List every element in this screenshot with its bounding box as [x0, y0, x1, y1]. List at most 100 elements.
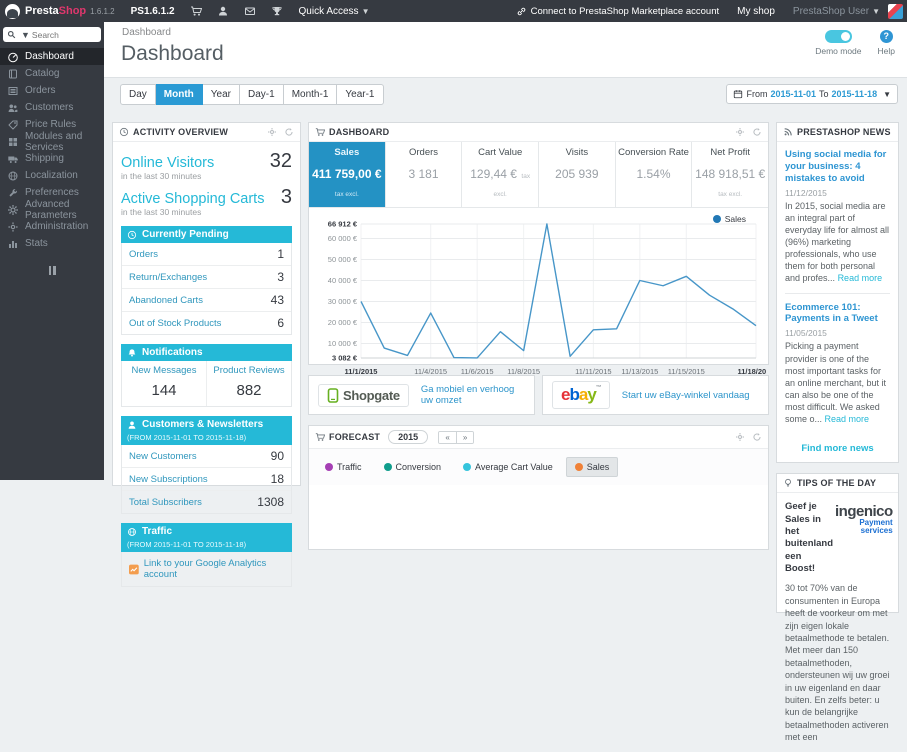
sidebar-item-advanced-parameters[interactable]: Advanced Parameters [0, 199, 104, 221]
pending-out-of-stock-row[interactable]: Out of Stock Products 6 [122, 312, 291, 334]
panel-settings-icon[interactable] [735, 432, 745, 442]
news-excerpt: In 2015, social media are an integral pa… [785, 200, 890, 284]
help-icon[interactable]: ? [879, 30, 893, 43]
sidebar-item-stats[interactable]: Stats [0, 235, 104, 252]
kpi-orders[interactable]: Orders 3 181 [386, 142, 463, 207]
range-day-button[interactable]: Day [120, 84, 156, 105]
forecast-metric-conversion[interactable]: Conversion [375, 457, 451, 477]
kpi-conversion-rate[interactable]: Conversion Rate 1.54% [616, 142, 693, 207]
chart-legend-sales[interactable]: Sales [712, 214, 746, 224]
active-carts-link[interactable]: Active Shopping Carts [121, 191, 264, 207]
svg-text:11/15/2015: 11/15/2015 [668, 367, 705, 376]
new-messages-cell[interactable]: New Messages 144 [122, 361, 206, 406]
online-visitors-sub: in the last 30 minutes [121, 171, 202, 181]
range-month-button[interactable]: Month [155, 84, 203, 105]
sidebar-item-administration[interactable]: Administration [0, 218, 104, 235]
kpi-cart-value[interactable]: Cart Value 129,44 € tax excl. [462, 142, 540, 207]
sidebar: ▼ Dashboard Catalog Orders Customers Pri… [0, 22, 104, 480]
brand-name: PrestaShop [25, 5, 87, 17]
google-analytics-link[interactable]: Link to your Google Analytics account [121, 552, 292, 587]
svg-text:11/1/2015: 11/1/2015 [345, 367, 378, 376]
news-title-link[interactable]: Ecommerce 101: Payments in a Tweet [785, 302, 890, 326]
find-more-news-link[interactable]: Find more news [777, 437, 898, 462]
quick-access-menu[interactable]: Quick Access ▼ [299, 6, 370, 17]
panel-refresh-icon[interactable] [752, 432, 762, 442]
svg-text:60 000 €: 60 000 € [328, 234, 358, 243]
total-subscribers-row[interactable]: Total Subscribers 1308 [122, 491, 291, 513]
range-year-button[interactable]: Year [202, 84, 241, 105]
forecast-next-button[interactable]: » [456, 431, 474, 443]
customer-notifications-icon[interactable] [217, 5, 229, 17]
svg-text:11/4/2015: 11/4/2015 [414, 367, 447, 376]
pending-returns-row[interactable]: Return/Exchanges 3 [122, 266, 291, 289]
panel-settings-icon[interactable] [267, 127, 277, 137]
currently-pending-header: Currently Pending [121, 226, 292, 243]
chevron-down-icon: ▼ [872, 6, 880, 16]
search-input[interactable] [31, 29, 90, 40]
range-month-1-button[interactable]: Month-1 [283, 84, 338, 105]
new-customers-row[interactable]: New Customers 90 [122, 445, 291, 468]
panel-title: FORECAST [329, 432, 381, 442]
tips-of-the-day-panel: TIPS OF THE DAY Geef je Sales in het bui… [776, 473, 899, 742]
sidebar-item-dashboard[interactable]: Dashboard [0, 48, 104, 65]
svg-text:66 912 €: 66 912 € [328, 220, 358, 229]
sidebar-item-customers[interactable]: Customers [0, 99, 104, 116]
traffic-header: Traffic (FROM 2015-11-01 TO 2015-11-18) [121, 523, 292, 552]
pending-orders-row[interactable]: Orders 1 [122, 243, 291, 266]
ebay-promo-link[interactable]: Start uw eBay-winkel vandaag [622, 390, 750, 401]
range-day-1-button[interactable]: Day-1 [240, 84, 284, 105]
marketplace-connect-link[interactable]: Connect to PrestaShop Marketplace accoun… [516, 6, 719, 17]
sidebar-search[interactable]: ▼ [3, 27, 101, 42]
message-notifications-icon[interactable] [244, 5, 256, 17]
news-item: Using social media for your business: 4 … [785, 149, 890, 294]
kpi-visits[interactable]: Visits 205 939 [539, 142, 616, 207]
panel-refresh-icon[interactable] [284, 127, 294, 137]
svg-text:11/8/2015: 11/8/2015 [507, 367, 540, 376]
online-visitors-row: Online Visitors 32 [121, 150, 292, 173]
svg-text:40 000 €: 40 000 € [328, 276, 358, 285]
online-visitors-link[interactable]: Online Visitors [121, 155, 214, 171]
sidebar-item-shipping[interactable]: Shipping [0, 150, 104, 167]
sidebar-item-catalog[interactable]: Catalog [0, 65, 104, 82]
panel-refresh-icon[interactable] [752, 127, 762, 137]
read-more-link[interactable]: Read more [825, 414, 870, 424]
forecast-metric-traffic[interactable]: Traffic [316, 457, 371, 477]
help-control: ? Help [878, 30, 895, 56]
search-scope-caret-icon[interactable]: ▼ [21, 30, 30, 40]
clock-icon [127, 230, 137, 240]
sidebar-item-modules[interactable]: Modules and Services [0, 131, 104, 153]
demo-mode-toggle[interactable] [824, 30, 852, 43]
forecast-metric-average-cart-value[interactable]: Average Cart Value [454, 457, 562, 477]
forecast-prev-button[interactable]: « [439, 431, 457, 443]
my-shop-link[interactable]: My shop [737, 6, 775, 17]
shopgate-promo-link[interactable]: Ga mobiel en verhoog uw omzet [421, 384, 525, 406]
read-more-link[interactable]: Read more [838, 273, 883, 283]
range-year-1-button[interactable]: Year-1 [337, 84, 384, 105]
kpi-sales[interactable]: Sales 411 759,00 € tax excl. [309, 142, 386, 207]
sidebar-item-orders[interactable]: Orders [0, 82, 104, 99]
ingenico-logo: ingenico Payment services [835, 503, 893, 536]
date-range-picker-button[interactable]: From 2015-11-01 To 2015-11-18 ▼ [726, 84, 898, 104]
user-menu[interactable]: PrestaShop User ▼ [793, 6, 880, 17]
panel-settings-icon[interactable] [735, 127, 745, 137]
breadcrumb: Dashboard [122, 27, 171, 38]
kpi-net-profit[interactable]: Net Profit 148 918,51 € tax excl. [692, 142, 768, 207]
news-title-link[interactable]: Using social media for your business: 4 … [785, 149, 890, 185]
tip-headline: Geef je Sales in het buitenland een Boos… [785, 501, 834, 575]
pending-abandoned-carts-row[interactable]: Abandoned Carts 43 [122, 289, 291, 312]
top-bar: PrestaShop 1.6.1.2 PS1.6.1.2 Quick Acces… [0, 0, 907, 22]
product-reviews-cell[interactable]: Product Reviews 882 [206, 361, 291, 406]
cart-notifications-icon[interactable] [190, 5, 202, 17]
forecast-metric-sales[interactable]: Sales [565, 457, 619, 477]
demo-mode-label: Demo mode [815, 46, 862, 56]
trophy-icon[interactable] [271, 5, 283, 17]
calendar-icon [734, 90, 743, 99]
sidebar-collapse-button[interactable] [48, 266, 57, 275]
date-range-group: Day Month Year Day-1 Month-1 Year-1 [120, 84, 384, 105]
gear-icon [8, 221, 18, 232]
chevron-down-icon: ▼ [361, 6, 370, 16]
sidebar-item-localization[interactable]: Localization [0, 167, 104, 184]
dashboard-panel: DASHBOARD Sales 411 759,00 € tax excl. Or… [308, 122, 769, 376]
avatar[interactable] [888, 3, 903, 19]
shop-name-link[interactable]: PS1.6.1.2 [131, 6, 175, 17]
